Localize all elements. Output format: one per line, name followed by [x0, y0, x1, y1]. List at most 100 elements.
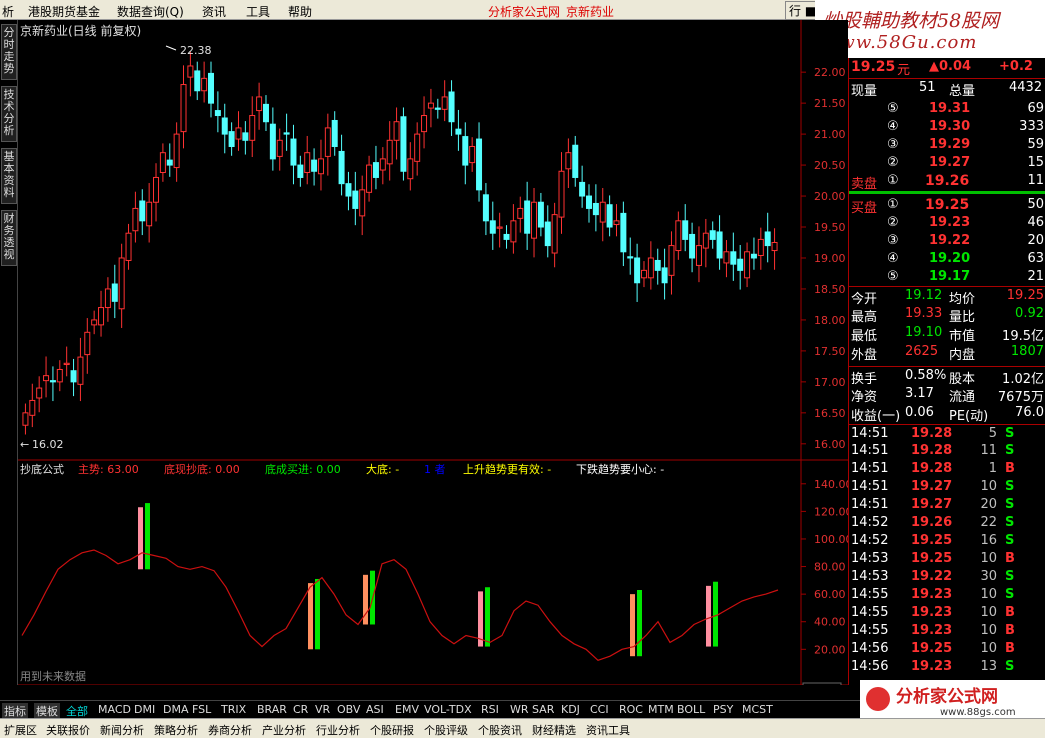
menu-item-tools[interactable]: 工具	[246, 3, 270, 20]
bid-row[interactable]: ③ 19.22 20	[849, 232, 1045, 250]
tick-row[interactable]: 14:55 19.23 10 B	[849, 604, 1045, 622]
tick-row[interactable]: 14:56 19.23 13 S	[849, 658, 1045, 676]
indicator-tab[interactable]: CR	[293, 703, 308, 716]
stock-link[interactable]: 京新药业	[566, 3, 614, 20]
tick-row[interactable]: 14:51 19.28 1 B	[849, 460, 1045, 478]
status-tab[interactable]: 扩展区	[4, 722, 37, 738]
tick-row[interactable]: 14:53 19.22 30 S	[849, 568, 1045, 586]
status-tab[interactable]: 策略分析	[154, 722, 198, 738]
status-tab[interactable]: 券商分析	[208, 722, 252, 738]
tab-fundamentals[interactable]: 基本资料	[1, 148, 17, 204]
tab-financials[interactable]: 财务透视	[1, 210, 17, 266]
candle-body	[482, 194, 489, 222]
tick-volume: 30	[980, 569, 997, 584]
tick-row[interactable]: 14:51 19.28 5 S	[849, 424, 1045, 442]
bid-row[interactable]: ⑤ 19.17 21	[849, 268, 1045, 286]
tick-row[interactable]: 14:55 19.23 10 S	[849, 586, 1045, 604]
indicator-tab[interactable]: WR	[510, 703, 529, 716]
bid-price: 19.22	[929, 233, 971, 248]
status-tab[interactable]: 个股研报	[370, 722, 414, 738]
ask-volume: 11	[1027, 173, 1044, 188]
menu-item-help[interactable]: 帮助	[288, 3, 312, 20]
tick-row[interactable]: 14:51 19.27 10 S	[849, 478, 1045, 496]
quote-panel: 19.25 元 ▲0.04 +0.2 现量 51 总量 4432 ⑤ 19.31 6…	[848, 58, 1045, 685]
indicator-tab[interactable]: PSY	[713, 703, 733, 716]
indicator-tab[interactable]: ROC	[619, 703, 643, 716]
menu-item-data-query[interactable]: 数据查询(Q)	[117, 3, 184, 20]
tick-row[interactable]: 14:52 19.26 22 S	[849, 514, 1045, 532]
chart-area[interactable]: 16.00 16.50 17.00 17.50 18.00 18.50 19.00 19.50…	[18, 20, 853, 700]
bid-row[interactable]: ② 19.23 46	[849, 214, 1045, 232]
candle-body	[682, 220, 689, 240]
candle-body	[427, 102, 434, 109]
tick-row[interactable]: 14:55 19.23 10 B	[849, 622, 1045, 640]
tick-row[interactable]: 14:53 19.25 10 B	[849, 550, 1045, 568]
indicator-tab[interactable]: BOLL	[677, 703, 705, 716]
indicator-tab[interactable]: ASI	[366, 703, 384, 716]
indicator-tab[interactable]: SAR	[532, 703, 554, 716]
tick-row[interactable]: 14:52 19.25 16 S	[849, 532, 1045, 550]
indicator-tab[interactable]: CCI	[590, 703, 609, 716]
indicator-tab[interactable]: FSL	[192, 703, 211, 716]
status-tab[interactable]: 财经精选	[532, 722, 576, 738]
indicator-tab[interactable]: MCST	[742, 703, 773, 716]
ask-row[interactable]: ⑤ 19.31 69	[849, 100, 1045, 118]
status-tab[interactable]: 行业分析	[316, 722, 360, 738]
indicator-tab[interactable]: OBV	[337, 703, 360, 716]
indicator-tab[interactable]: DMI	[134, 703, 155, 716]
indicator-tab[interactable]: MTM	[648, 703, 674, 716]
indicator-tab[interactable]: EMV	[395, 703, 419, 716]
candle-body	[256, 96, 263, 112]
ask-row[interactable]: ④ 19.30 333	[849, 118, 1045, 136]
indicator-tab[interactable]: VR	[315, 703, 330, 716]
tick-volume: 13	[980, 659, 997, 674]
indicator-tab[interactable]: MACD	[98, 703, 131, 716]
indicator-tab[interactable]: BRAR	[257, 703, 287, 716]
menu-item-hk-futures[interactable]: 港股期货基金	[28, 3, 100, 20]
candle-body	[317, 158, 324, 175]
indicator-tab[interactable]: 指标	[2, 703, 28, 719]
bid-row[interactable]: ④ 19.20 63	[849, 250, 1045, 268]
indicator-tab[interactable]: 模板	[34, 703, 60, 719]
status-tab[interactable]: 关联报价	[46, 722, 90, 738]
ask-row[interactable]: 卖盘 ① 19.26 11	[849, 172, 1045, 192]
tick-side: B	[1005, 605, 1015, 620]
indicator-tick-label: 80.00	[814, 561, 846, 574]
status-tab[interactable]: 新闻分析	[100, 722, 144, 738]
tick-row[interactable]: 14:51 19.27 20 S	[849, 496, 1045, 514]
indicator-tab[interactable]: KDJ	[561, 703, 580, 716]
menu-item-analysis[interactable]: 析	[2, 3, 14, 20]
tab-intraday[interactable]: 分时走势	[1, 24, 17, 80]
indicator-tab[interactable]: VOL-TDX	[424, 703, 472, 716]
ask-row[interactable]: ② 19.27 15	[849, 154, 1045, 172]
indicator-tab[interactable]: DMA	[163, 703, 189, 716]
candle-body	[194, 70, 201, 92]
tick-row[interactable]: 14:51 19.28 11 S	[849, 442, 1045, 460]
indicator-tab[interactable]: 全部	[66, 703, 88, 719]
tab-technical[interactable]: 技术分析	[1, 86, 17, 142]
bid-volume: 21	[1027, 269, 1044, 284]
candle-body	[166, 159, 173, 166]
indicator-tab[interactable]: RSI	[481, 703, 499, 716]
bid-level: ②	[887, 215, 899, 230]
tick-row[interactable]: 14:56 19.25 10 B	[849, 640, 1045, 658]
ask-row[interactable]: ③ 19.29 59	[849, 136, 1045, 154]
min-price-label: 16.02	[32, 438, 64, 451]
chart-canvas[interactable]: 16.00 16.50 17.00 17.50 18.00 18.50 19.00 19.50…	[18, 20, 853, 700]
indicator-tab[interactable]: TRIX	[221, 703, 246, 716]
ask-level: ⑤	[887, 101, 899, 116]
period-label[interactable]: 日线	[810, 684, 832, 698]
status-tab[interactable]: 个股资讯	[478, 722, 522, 738]
tick-price: 19.23	[911, 587, 953, 602]
status-tab[interactable]: 个股评级	[424, 722, 468, 738]
bid-row[interactable]: 买盘 ① 19.25 50	[849, 196, 1045, 216]
candle-body	[22, 412, 29, 426]
status-bar: 扩展区 关联报价 新闻分析 策略分析 券商分析 产业分析 行业分析 个股研报 个股评级 个股资讯财…	[0, 718, 1045, 738]
menu-item-news[interactable]: 资讯	[202, 3, 226, 20]
status-tab[interactable]: 资讯工具	[586, 722, 630, 738]
candle-body	[84, 331, 91, 356]
site-link[interactable]: 分析家公式网	[488, 3, 560, 20]
status-tab[interactable]: 产业分析	[262, 722, 306, 738]
price-row: 19.25 元 ▲0.04 +0.2	[849, 58, 1045, 78]
tick-side: S	[1005, 497, 1015, 512]
